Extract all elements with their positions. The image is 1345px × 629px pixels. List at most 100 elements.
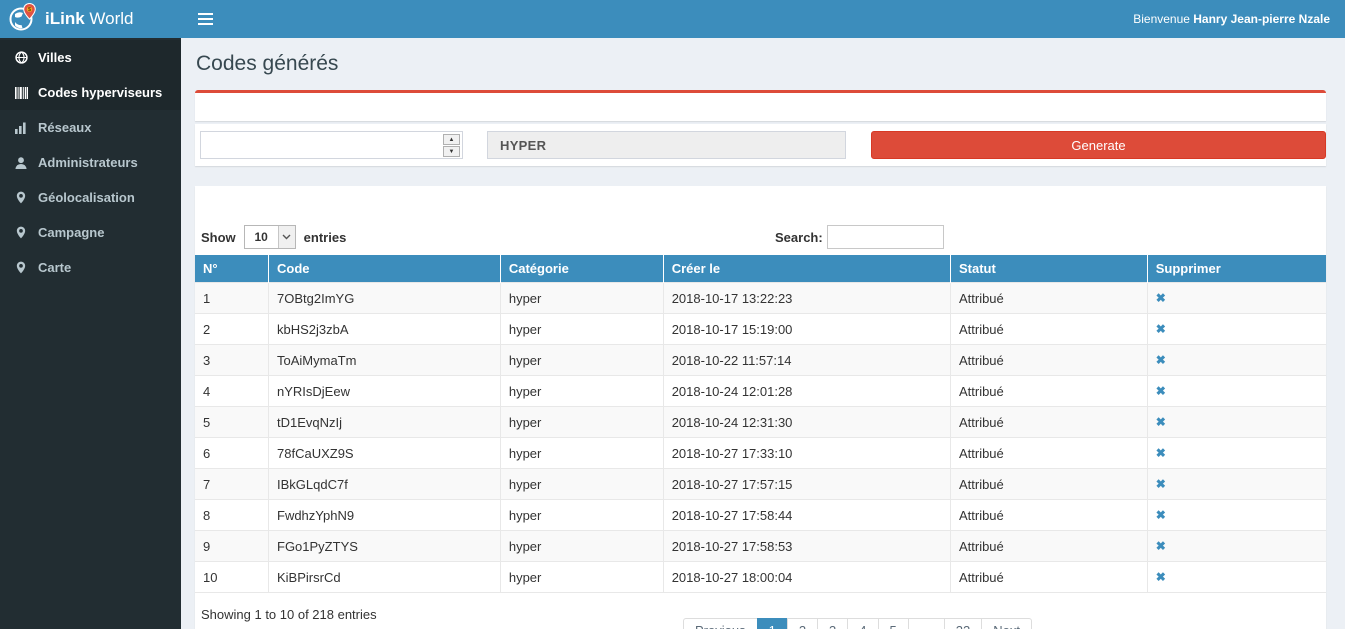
cell-num: 9	[195, 531, 269, 562]
pagination: Previous12345…22Next	[683, 618, 1032, 629]
cell-status: Attribué	[950, 345, 1147, 376]
codes-table: N°CodeCatégorieCréer leStatutSupprimer 1…	[195, 255, 1326, 593]
cell-code: 7OBtg2ImYG	[269, 283, 501, 314]
cell-created: 2018-10-27 17:33:10	[663, 438, 950, 469]
cell-category: hyper	[500, 345, 663, 376]
page-length-select[interactable]: 10	[244, 225, 296, 249]
delete-icon[interactable]: ✖	[1156, 353, 1166, 367]
table-row: 5tD1EvqNzIjhyper2018-10-24 12:31:30Attri…	[195, 407, 1326, 438]
column-header-code[interactable]: Code	[269, 255, 501, 283]
cell-status: Attribué	[950, 500, 1147, 531]
column-header-n[interactable]: N°	[195, 255, 269, 283]
cell-num: 3	[195, 345, 269, 376]
delete-icon[interactable]: ✖	[1156, 322, 1166, 336]
pagination-ellipsis[interactable]: …	[908, 618, 945, 629]
column-header-creer-le[interactable]: Créer le	[663, 255, 950, 283]
spinner-up-button[interactable]: ▲	[443, 134, 460, 145]
cell-category: hyper	[500, 283, 663, 314]
pagination-page-22[interactable]: 22	[944, 618, 982, 629]
delete-icon[interactable]: ✖	[1156, 508, 1166, 522]
sidebar-toggle-button[interactable]	[196, 9, 215, 29]
table-info: Showing 1 to 10 of 218 entries	[201, 607, 377, 622]
delete-icon[interactable]: ✖	[1156, 415, 1166, 429]
cell-code: ToAiMymaTm	[269, 345, 501, 376]
delete-icon[interactable]: ✖	[1156, 291, 1166, 305]
sidebar-item-campagne[interactable]: Campagne	[0, 215, 181, 250]
sidebar: $ iLink World Villes Codes hyperviseurs Ré…	[0, 0, 181, 629]
delete-icon[interactable]: ✖	[1156, 570, 1166, 584]
bar-chart-icon	[14, 122, 28, 134]
pagination-previous-button[interactable]: Previous	[683, 618, 758, 629]
cell-status: Attribué	[950, 283, 1147, 314]
delete-icon[interactable]: ✖	[1156, 539, 1166, 553]
hamburger-icon	[198, 13, 213, 15]
barcode-icon	[14, 87, 28, 99]
table-row: 3ToAiMymaTmhyper2018-10-22 11:57:14Attri…	[195, 345, 1326, 376]
cell-delete: ✖	[1147, 562, 1326, 593]
quantity-input[interactable]: ▲ ▼	[200, 131, 463, 159]
page-length-control: Show 10 entries	[201, 225, 346, 249]
cell-category: hyper	[500, 562, 663, 593]
quantity-spinner: ▲ ▼	[443, 134, 460, 157]
welcome-text: Bienvenue Hanry Jean-pierre Nzale	[1133, 12, 1330, 26]
top-navbar: Bienvenue Hanry Jean-pierre Nzale	[181, 0, 1345, 38]
sidebar-item-codes-hyperviseurs[interactable]: Codes hyperviseurs	[0, 75, 181, 110]
table-controls: Show 10 entries Search:	[201, 224, 1320, 250]
cell-code: KiBPirsrCd	[269, 562, 501, 593]
map-marker-icon	[14, 191, 28, 204]
table-row: 10KiBPirsrCdhyper2018-10-27 18:00:04Attr…	[195, 562, 1326, 593]
cell-status: Attribué	[950, 562, 1147, 593]
cell-code: FGo1PyZTYS	[269, 531, 501, 562]
spinner-down-button[interactable]: ▼	[443, 146, 460, 157]
pagination-page-2[interactable]: 2	[787, 618, 818, 629]
cell-code: IBkGLqdC7f	[269, 469, 501, 500]
sidebar-item-geolocalisation[interactable]: Géolocalisation	[0, 180, 181, 215]
cell-created: 2018-10-17 15:19:00	[663, 314, 950, 345]
table-row: 678fCaUXZ9Shyper2018-10-27 17:33:10Attri…	[195, 438, 1326, 469]
svg-text:$: $	[28, 7, 31, 13]
cell-created: 2018-10-27 17:58:44	[663, 500, 950, 531]
search-label: Search:	[775, 230, 823, 245]
table-row: 9FGo1PyZTYShyper2018-10-27 17:58:53Attri…	[195, 531, 1326, 562]
cell-num: 2	[195, 314, 269, 345]
cell-delete: ✖	[1147, 345, 1326, 376]
sidebar-item-label: Géolocalisation	[38, 190, 135, 205]
pagination-page-4[interactable]: 4	[847, 618, 878, 629]
column-header-statut[interactable]: Statut	[950, 255, 1147, 283]
pagination-page-1[interactable]: 1	[757, 618, 788, 629]
cell-delete: ✖	[1147, 438, 1326, 469]
chevron-down-icon	[278, 226, 295, 248]
cell-code: 78fCaUXZ9S	[269, 438, 501, 469]
cell-num: 6	[195, 438, 269, 469]
cell-category: hyper	[500, 407, 663, 438]
pagination-page-3[interactable]: 3	[817, 618, 848, 629]
cell-code: nYRIsDjEew	[269, 376, 501, 407]
cell-status: Attribué	[950, 438, 1147, 469]
search-input[interactable]	[827, 225, 944, 249]
sidebar-item-reseaux[interactable]: Réseaux	[0, 110, 181, 145]
cell-status: Attribué	[950, 376, 1147, 407]
sidebar-item-administrateurs[interactable]: Administrateurs	[0, 145, 181, 180]
sidebar-item-villes[interactable]: Villes	[0, 40, 181, 75]
page-title: Codes générés	[196, 52, 1326, 76]
delete-icon[interactable]: ✖	[1156, 384, 1166, 398]
cell-delete: ✖	[1147, 500, 1326, 531]
cell-num: 1	[195, 283, 269, 314]
generate-button[interactable]: Generate	[871, 131, 1326, 159]
cell-category: hyper	[500, 500, 663, 531]
app-title: iLink World	[45, 9, 133, 29]
app-logo[interactable]: $ iLink World	[0, 0, 181, 38]
delete-icon[interactable]: ✖	[1156, 446, 1166, 460]
sidebar-item-label: Codes hyperviseurs	[38, 85, 162, 100]
column-header-supprimer[interactable]: Supprimer	[1147, 255, 1326, 283]
delete-icon[interactable]: ✖	[1156, 477, 1166, 491]
sidebar-item-label: Réseaux	[38, 120, 91, 135]
codes-table-box: Show 10 entries Search: N°CodeCatégorieC…	[195, 186, 1326, 629]
cell-num: 7	[195, 469, 269, 500]
sidebar-item-carte[interactable]: Carte	[0, 250, 181, 285]
column-header-categorie[interactable]: Catégorie	[500, 255, 663, 283]
pagination-page-5[interactable]: 5	[878, 618, 909, 629]
cell-created: 2018-10-27 17:57:15	[663, 469, 950, 500]
pagination-next-button[interactable]: Next	[981, 618, 1032, 629]
cell-created: 2018-10-27 17:58:53	[663, 531, 950, 562]
